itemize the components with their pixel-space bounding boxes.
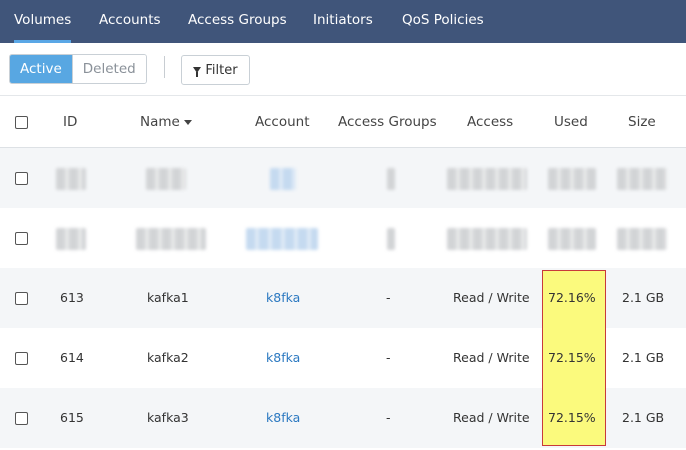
active-button[interactable]: Active	[10, 55, 72, 83]
cell-used: 72.15%	[548, 350, 596, 365]
redacted-size	[617, 168, 667, 190]
row-checkbox[interactable]	[15, 412, 28, 425]
redacted-used	[548, 228, 596, 250]
select-all-checkbox[interactable]	[15, 116, 28, 129]
cell-used: 72.15%	[548, 410, 596, 425]
cell-name: kafka2	[147, 350, 189, 365]
cell-access: Read / Write	[453, 350, 530, 365]
cell-access-groups: -	[386, 350, 391, 365]
toolbar: Active Deleted Filter	[0, 43, 686, 96]
filter-label: Filter	[205, 62, 238, 78]
filter-button[interactable]: Filter	[181, 55, 250, 85]
active-deleted-toggle: Active Deleted	[9, 54, 147, 84]
redacted-size	[617, 228, 667, 250]
tab-accounts[interactable]: Accounts	[99, 0, 161, 43]
cell-account-link[interactable]: k8fka	[266, 388, 300, 448]
redacted-access	[447, 228, 527, 250]
column-header-account[interactable]: Account	[255, 96, 310, 148]
redacted-used	[548, 168, 596, 190]
toolbar-divider	[164, 56, 165, 78]
cell-id: 614	[60, 350, 84, 365]
cell-access-groups: -	[386, 290, 391, 305]
cell-size: 2.1 GB	[622, 290, 665, 305]
cell-account-link[interactable]: k8fka	[266, 328, 300, 388]
redacted-name	[146, 168, 186, 190]
redacted-id	[56, 228, 86, 250]
tab-qos-policies[interactable]: QoS Policies	[402, 0, 484, 43]
cell-access: Read / Write	[453, 410, 530, 425]
nav-tab-bar: Volumes Accounts Access Groups Initiator…	[0, 0, 686, 43]
column-header-name[interactable]: Name	[140, 96, 192, 148]
cell-id: 613	[60, 290, 84, 305]
column-header-used[interactable]: Used	[554, 96, 588, 148]
cell-access: Read / Write	[453, 290, 530, 305]
redacted-account	[246, 228, 318, 250]
table-row-redacted[interactable]	[0, 148, 686, 208]
deleted-button[interactable]: Deleted	[71, 55, 146, 83]
cell-access-groups: -	[386, 410, 391, 425]
tab-access-groups[interactable]: Access Groups	[188, 0, 287, 43]
redacted-access	[447, 168, 527, 190]
column-header-id[interactable]: ID	[63, 96, 77, 148]
redacted-name	[136, 228, 206, 250]
column-header-size[interactable]: Size	[628, 96, 656, 148]
column-header-access[interactable]: Access	[467, 96, 513, 148]
redacted-access-groups	[387, 228, 395, 250]
column-header-access-groups[interactable]: Access Groups	[338, 96, 437, 148]
funnel-icon	[193, 67, 202, 77]
redacted-account	[270, 168, 296, 190]
cell-used: 72.16%	[548, 290, 596, 305]
cell-size: 2.1 GB	[622, 410, 665, 425]
row-checkbox[interactable]	[15, 172, 28, 185]
table-row-redacted[interactable]	[0, 208, 686, 268]
row-checkbox[interactable]	[15, 352, 28, 365]
table-header: ID Name Account Access Groups Access Use…	[0, 96, 686, 148]
row-checkbox[interactable]	[15, 232, 28, 245]
cell-id: 615	[60, 410, 84, 425]
tab-initiators[interactable]: Initiators	[313, 0, 373, 43]
cell-name: kafka3	[147, 410, 189, 425]
cell-account-link[interactable]: k8fka	[266, 268, 300, 328]
cell-size: 2.1 GB	[622, 350, 665, 365]
tab-volumes[interactable]: Volumes	[14, 0, 72, 43]
cell-name: kafka1	[147, 290, 189, 305]
column-header-name-label: Name	[140, 114, 180, 130]
redacted-access-groups	[387, 168, 395, 190]
row-checkbox[interactable]	[15, 292, 28, 305]
redacted-id	[56, 168, 86, 190]
caret-down-icon	[183, 119, 192, 125]
